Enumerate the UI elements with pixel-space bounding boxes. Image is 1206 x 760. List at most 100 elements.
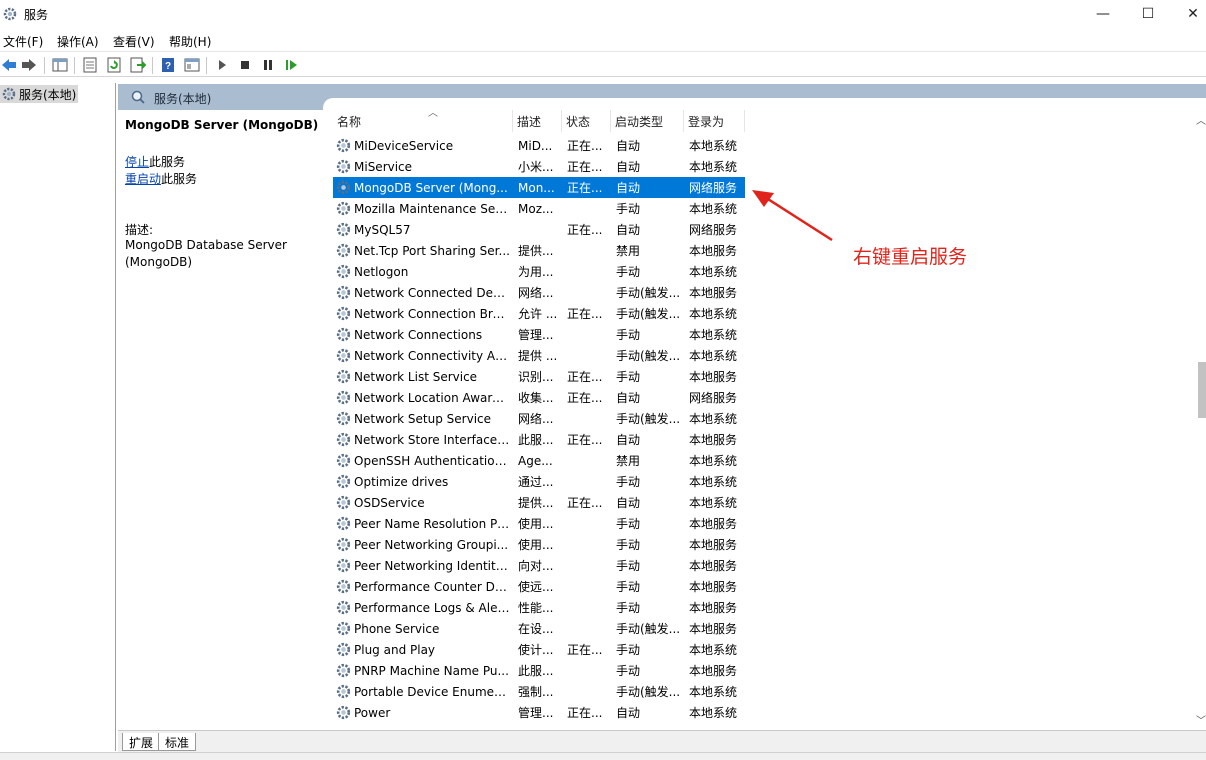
maximize-button[interactable]: ☐ <box>1125 0 1171 28</box>
description-label: 描述: <box>125 223 154 237</box>
scroll-down-icon[interactable]: ﹀ <box>1196 712 1206 727</box>
service-name: Optimize drives <box>354 474 449 489</box>
service-startup-type: 手动 <box>616 643 641 657</box>
description-pane: MongoDB Server (MongoDB) 停止此服务 重启动此服务 描述… <box>118 110 323 730</box>
service-startup-type: 手动 <box>616 202 641 216</box>
gear-icon <box>336 411 351 426</box>
column-header-name[interactable]: 名称 ︿ <box>333 108 513 132</box>
restart-action: 重启动此服务 <box>125 170 197 187</box>
table-row[interactable]: Network Store Interface ... 此服... 正在... 自动 本… <box>333 429 745 450</box>
service-name: MiService <box>354 159 413 174</box>
scrollbar-thumb[interactable] <box>1198 362 1206 418</box>
table-row[interactable]: OSDService 提供... 正在... 自动 本地系统 <box>333 492 745 513</box>
table-row[interactable]: Network Connected Devi... 网络... 手动(触发... 本地… <box>333 282 745 303</box>
table-row[interactable]: Optimize drives 通过... 手动 本地系统 <box>333 471 745 492</box>
table-row[interactable]: Power 管理... 正在... 自动 本地系统 <box>333 702 745 723</box>
service-name: Mozilla Maintenance Ser... <box>354 201 510 216</box>
column-header-logon-as[interactable]: 登录为 <box>684 110 745 132</box>
table-row[interactable]: OpenSSH Authentication ... Age... 禁用 本地系统 <box>333 450 745 471</box>
tab-standard[interactable]: 标准 <box>158 733 197 751</box>
service-logon-as: 本地系统 <box>689 412 738 426</box>
scroll-up-icon[interactable]: ︿ <box>1196 112 1206 127</box>
table-row[interactable]: Netlogon 为用... 手动 本地系统 <box>333 261 745 282</box>
service-status: 正在... <box>567 643 603 657</box>
service-name: Peer Networking Identity... <box>354 558 510 573</box>
table-row[interactable]: PNRP Machine Name Pu... 此服... 手动 本地服务 <box>333 660 745 681</box>
column-header-description[interactable]: 描述 <box>513 110 562 132</box>
menu-action[interactable]: 操作(A) <box>57 33 99 50</box>
table-row[interactable]: Network List Service 识别... 正在... 手动 本地服务 <box>333 366 745 387</box>
table-row[interactable]: Peer Networking Groupi... 使用... 手动 本地服务 <box>333 534 745 555</box>
table-row[interactable]: Network Connectivity Ass... 提供 ... 手动(触发..… <box>333 345 745 366</box>
service-description: 提供 ... <box>518 349 558 363</box>
forward-icon[interactable] <box>21 57 37 73</box>
gear-icon <box>336 285 351 300</box>
service-description: 管理... <box>518 706 554 720</box>
restart-link[interactable]: 重启动 <box>125 172 161 186</box>
service-name: Peer Networking Groupi... <box>354 537 509 552</box>
service-status: 正在... <box>567 307 603 321</box>
service-startup-type: 手动 <box>616 517 641 531</box>
stop-icon[interactable] <box>237 57 253 73</box>
vertical-scrollbar[interactable]: ︿ ﹀ <box>1196 110 1206 730</box>
bottom-tabs: 扩展 标准 <box>118 730 1206 752</box>
table-row[interactable]: Performance Logs & Aler... 性能... 手动 本地服务 <box>333 597 745 618</box>
table-row[interactable]: Network Location Aware... 收集... 正在... 自动 网络服… <box>333 387 745 408</box>
restart-suffix: 此服务 <box>161 172 198 186</box>
start-icon[interactable] <box>214 57 230 73</box>
table-row[interactable]: Peer Name Resolution Pr... 使用... 手动 本地服务 <box>333 513 745 534</box>
service-startup-type: 禁用 <box>616 454 641 468</box>
menu-help[interactable]: 帮助(H) <box>169 33 211 50</box>
close-button[interactable]: ✕ <box>1170 0 1206 28</box>
table-row[interactable]: Phone Service 在设... 手动(触发... 本地服务 <box>333 618 745 639</box>
view-icon[interactable] <box>184 57 200 73</box>
service-name: Network Connected Devi... <box>354 285 510 300</box>
service-logon-as: 本地系统 <box>689 475 738 489</box>
table-row[interactable]: MiService 小米... 正在... 自动 本地系统 <box>333 156 745 177</box>
menu-view[interactable]: 查看(V) <box>113 33 155 50</box>
console-tree: 服务(本地) <box>0 83 116 751</box>
table-row[interactable]: MiDeviceService MiD... 正在... 自动 本地系统 <box>333 135 745 156</box>
gear-icon <box>336 621 351 636</box>
stop-link[interactable]: 停止 <box>125 155 149 169</box>
service-description: 允许 ... <box>518 307 558 321</box>
service-description: 在设... <box>518 622 554 636</box>
description-text-line1: MongoDB Database Server <box>125 238 287 252</box>
tab-extended[interactable]: 扩展 <box>122 733 161 751</box>
back-icon[interactable] <box>1 57 17 73</box>
gear-icon <box>336 516 351 531</box>
service-startup-type: 自动 <box>616 391 641 405</box>
table-row[interactable]: Portable Device Enumera... 强制... 手动(触发... 本… <box>333 681 745 702</box>
restart-icon[interactable] <box>283 57 299 73</box>
gear-icon <box>336 159 351 174</box>
export-icon[interactable] <box>130 57 146 73</box>
table-row[interactable]: Network Connection Bro... 允许 ... 正在... 手动(触… <box>333 303 745 324</box>
table-row[interactable]: Network Setup Service 网络... 手动(触发... 本地系统 <box>333 408 745 429</box>
service-name: Performance Logs & Aler... <box>354 600 510 615</box>
pause-icon[interactable] <box>260 57 276 73</box>
menu-file[interactable]: 文件(F) <box>3 33 43 50</box>
refresh-icon[interactable] <box>106 57 122 73</box>
service-description: 使计... <box>518 643 554 657</box>
gear-icon <box>336 600 351 615</box>
properties-icon[interactable] <box>82 57 98 73</box>
service-logon-as: 本地服务 <box>689 664 738 678</box>
tree-item-services-local[interactable]: 服务(本地) <box>0 85 78 103</box>
table-row[interactable]: MongoDB Server (Mong... Mon... 正在... 自动 网络服务 <box>333 177 745 198</box>
service-startup-type: 手动 <box>616 559 641 573</box>
service-startup-type: 自动 <box>616 496 641 510</box>
table-row[interactable]: Performance Counter DL... 使远... 手动 本地服务 <box>333 576 745 597</box>
console-tree-icon[interactable] <box>52 57 68 73</box>
table-row[interactable]: Plug and Play 使计... 正在... 手动 本地系统 <box>333 639 745 660</box>
table-row[interactable]: Mozilla Maintenance Ser... Moz... 手动 本地系统 <box>333 198 745 219</box>
table-row[interactable]: Peer Networking Identity... 向对... 手动 本地服务 <box>333 555 745 576</box>
minimize-button[interactable]: — <box>1080 0 1126 28</box>
table-row[interactable]: MySQL57 正在... 自动 网络服务 <box>333 219 745 240</box>
help-icon[interactable]: ? <box>160 57 176 73</box>
service-description: 管理... <box>518 328 554 342</box>
column-header-status[interactable]: 状态 <box>562 110 611 132</box>
service-name: Phone Service <box>354 621 440 636</box>
table-row[interactable]: Net.Tcp Port Sharing Ser... 提供... 禁用 本地服务 <box>333 240 745 261</box>
column-header-startup-type[interactable]: 启动类型 <box>611 110 684 132</box>
table-row[interactable]: Network Connections 管理... 手动 本地系统 <box>333 324 745 345</box>
